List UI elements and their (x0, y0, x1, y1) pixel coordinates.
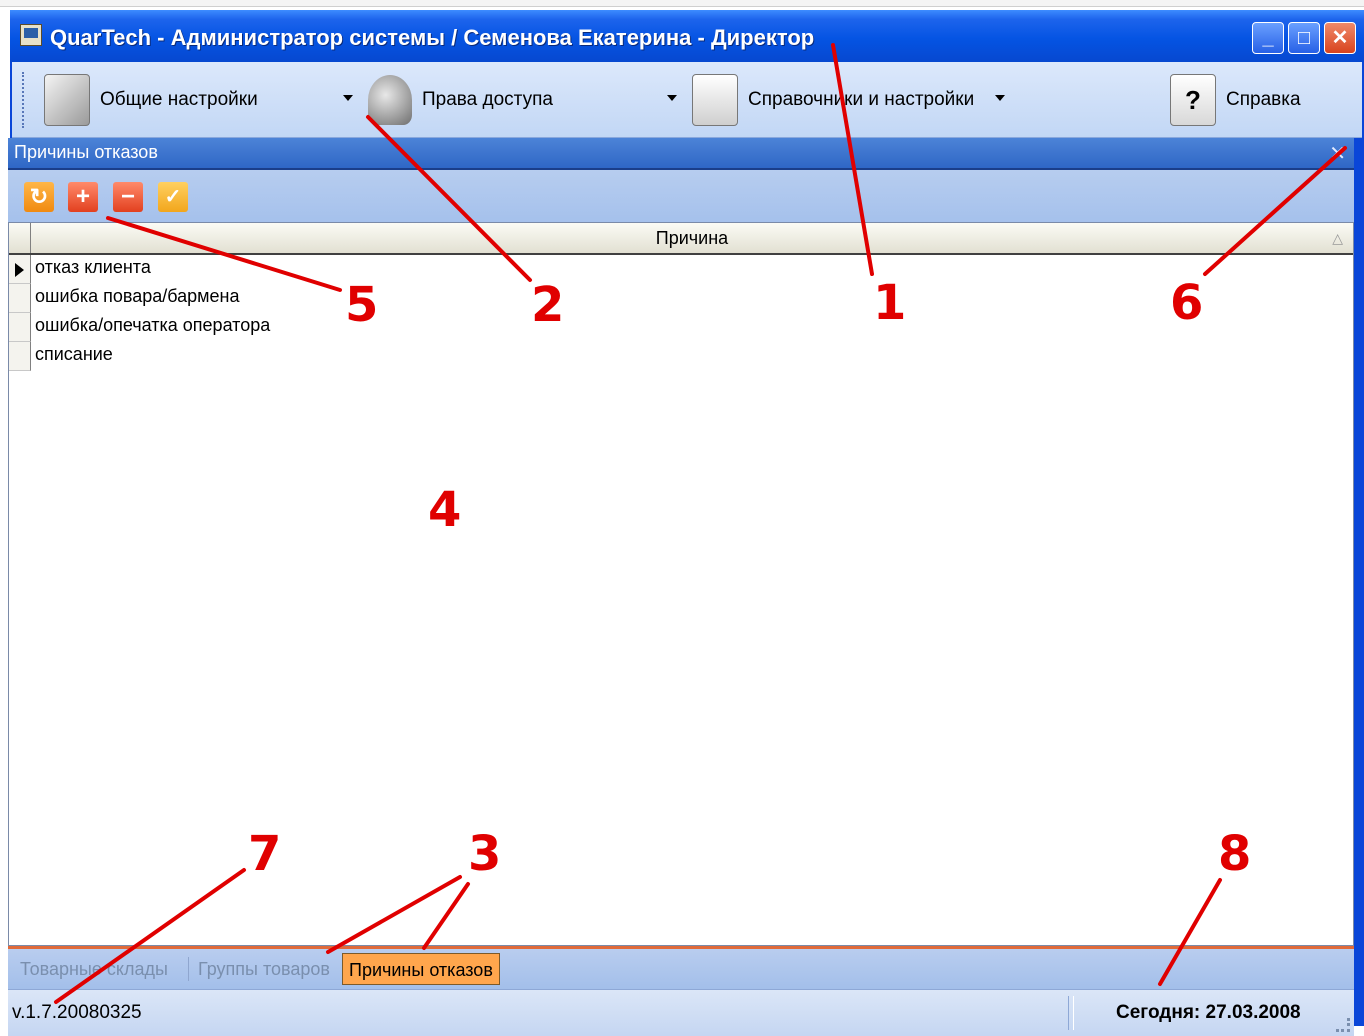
annotation-label-4: 4 (428, 482, 462, 538)
annotation-lines (54, 43, 1347, 1004)
annotation-label-5: 5 (345, 277, 379, 333)
annotation-label-2: 2 (531, 277, 565, 333)
annotation-line-5 (106, 216, 342, 292)
annotation-label-1: 1 (873, 275, 907, 331)
annotation-line-6 (1203, 146, 1347, 276)
annotation-line-8 (1158, 878, 1222, 986)
annotation-line-2 (366, 115, 532, 282)
annotation-label-6: 6 (1170, 275, 1204, 331)
annotation-line-7 (54, 868, 246, 1004)
annotation-label-8: 8 (1218, 826, 1252, 882)
annotation-line-1 (831, 43, 874, 276)
annotation-line-3a (326, 875, 462, 954)
annotation-label-3: 3 (468, 826, 502, 882)
annotation-label-7: 7 (248, 826, 282, 882)
